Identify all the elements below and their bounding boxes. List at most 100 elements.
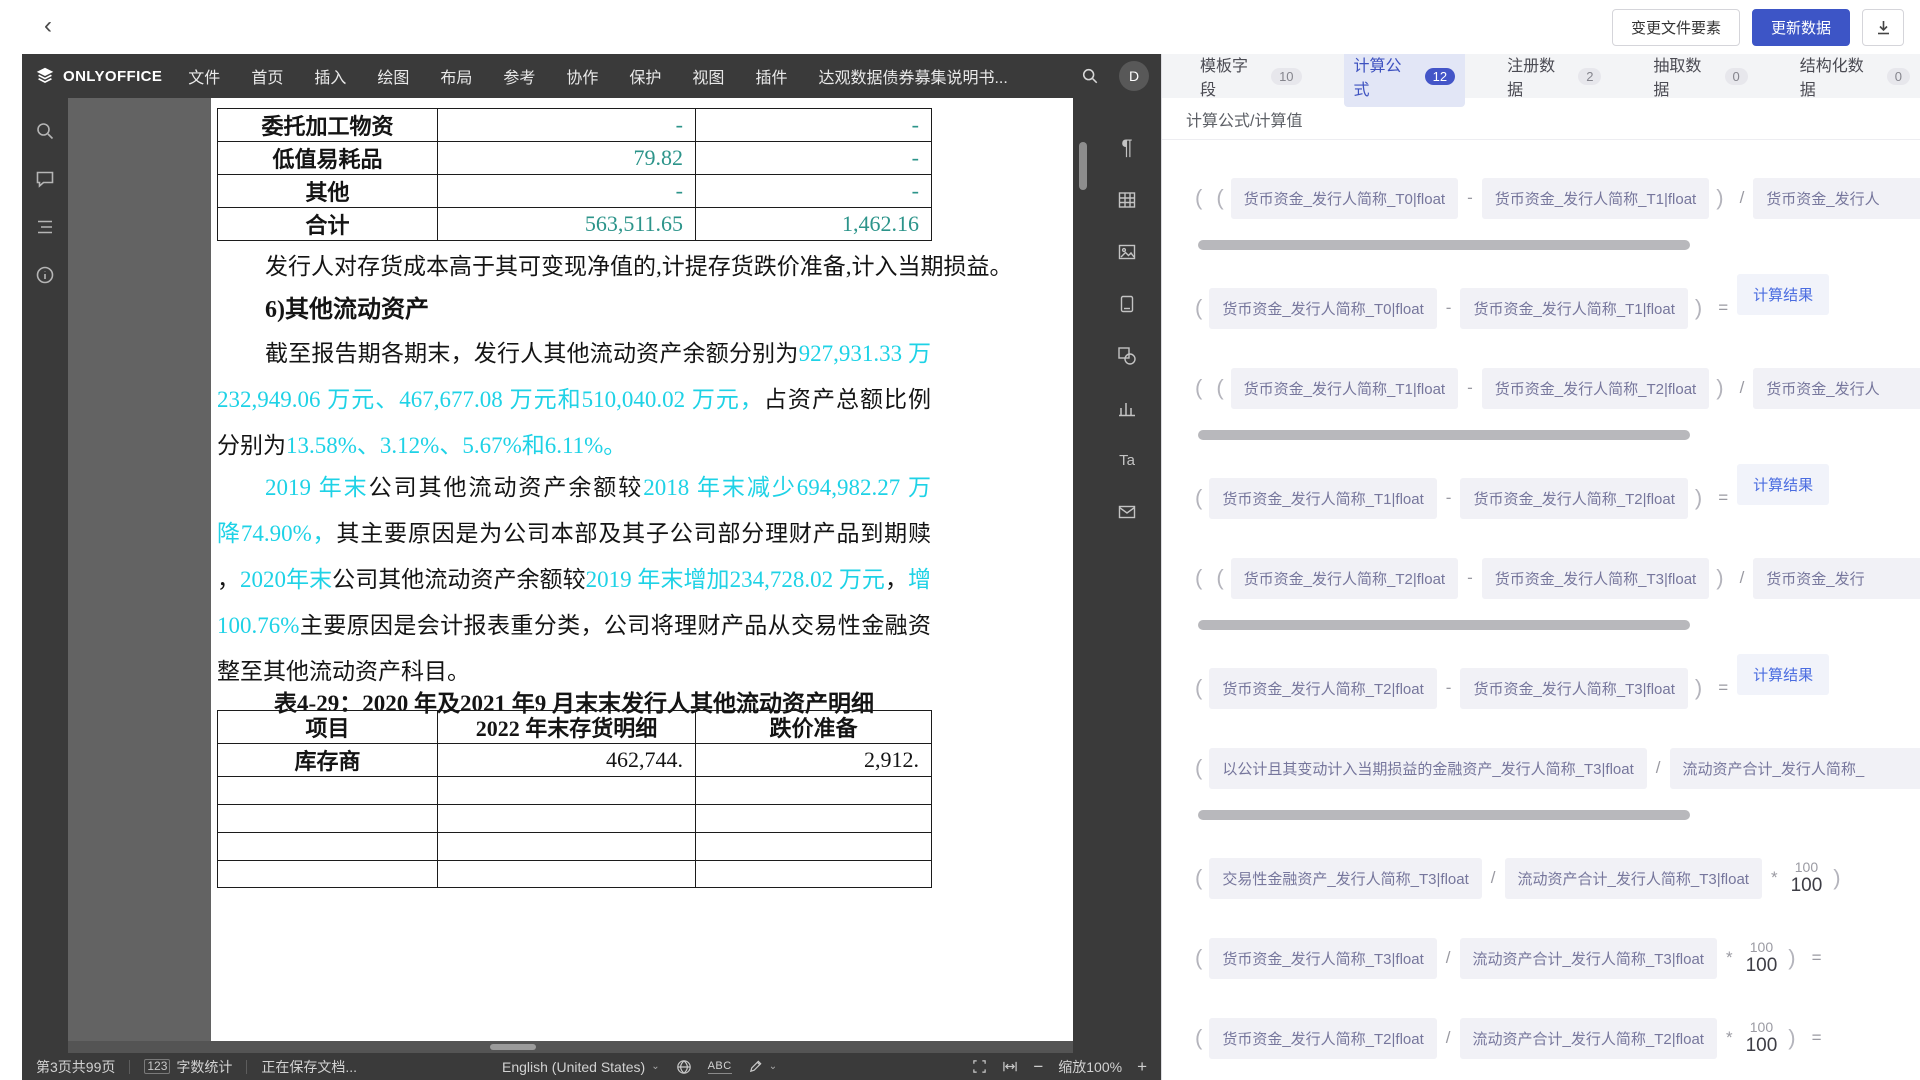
vertical-scrollbar[interactable] [1075,98,1091,1053]
cell-value[interactable]: 79.82 [438,142,696,175]
field-pill[interactable]: 货币资金_发行人简称_T2|float [1231,558,1458,599]
field-pill[interactable]: 货币资金_发行人简称_T1|float [1460,288,1687,329]
empty-cell[interactable] [438,833,696,861]
document-canvas[interactable]: 委托加工物资--低值易耗品79.82-其他--合计563,511.651,462… [68,98,1073,1053]
cell-value[interactable]: 563,511.65 [438,208,696,241]
header-cell[interactable]: 跌价准备 [696,711,932,744]
image-settings-icon[interactable] [1115,240,1139,264]
empty-cell[interactable] [696,777,932,805]
result-pill[interactable]: 计算结果 [1737,464,1829,505]
table-settings-icon[interactable] [1115,188,1139,212]
textart-settings-icon[interactable]: Ta [1115,448,1139,472]
field-pill[interactable]: 货币资金_发行人简称_T2|float [1482,368,1709,409]
change-file-elements-button[interactable]: 变更文件要素 [1612,9,1740,46]
field-pill[interactable]: 货币资金_发行人简称_T1|float [1231,368,1458,409]
cell-value[interactable]: - [438,109,696,142]
field-pill[interactable]: 流动资产合计_发行人简称_ [1670,748,1920,789]
menu-item-达观数据债券募集说明书...[interactable]: 达观数据债券募集说明书... [818,64,1007,88]
empty-cell[interactable] [696,861,932,888]
result-pill[interactable]: 计算结果 [1737,274,1829,315]
horizontal-scrollbar-thumb[interactable] [490,1044,536,1050]
field-pill[interactable]: 货币资金_发行人简称_T0|float [1209,288,1436,329]
menu-item-协作[interactable]: 协作 [566,64,598,88]
menu-item-视图[interactable]: 视图 [692,64,724,88]
cell-value[interactable]: 462,744. [438,744,696,777]
cell-label[interactable]: 库存商 [218,744,438,777]
field-pill[interactable]: 货币资金_发行人简称_T3|float [1460,668,1687,709]
track-changes-icon[interactable]: ⌄ [748,1059,777,1074]
document-language-icon[interactable] [676,1059,692,1075]
field-pill[interactable]: 货币资金_发行人简称_T0|float [1231,178,1458,219]
comments-icon[interactable] [34,168,56,190]
cell-value[interactable]: - [438,175,696,208]
fit-width-icon[interactable] [1002,1059,1018,1074]
vertical-scrollbar-thumb[interactable] [1079,142,1087,190]
cell-value[interactable]: 2,912. [696,744,932,777]
empty-cell[interactable] [696,805,932,833]
menu-item-插件[interactable]: 插件 [755,64,787,88]
field-pill[interactable]: 货币资金_发行人简称_T2|float [1209,1018,1436,1059]
back-icon[interactable]: ‹ [34,13,62,41]
empty-cell[interactable] [218,805,438,833]
navigation-icon[interactable] [34,216,56,238]
download-button[interactable] [1862,9,1904,46]
field-pill[interactable]: 货币资金_发行人简称_T1|float [1209,478,1436,519]
header-cell[interactable]: 2022 年末存货明细 [438,711,696,744]
chart-settings-icon[interactable] [1115,396,1139,420]
shape-settings-icon[interactable] [1115,344,1139,368]
zoom-in-button[interactable]: + [1137,1059,1147,1075]
field-pill[interactable]: 以公计且其变动计入当期损益的金融资产_发行人简称_T3|float [1209,748,1646,789]
empty-cell[interactable] [696,833,932,861]
zoom-out-button[interactable]: − [1033,1059,1043,1075]
menu-item-绘图[interactable]: 绘图 [377,64,409,88]
field-pill[interactable]: 货币资金_发行人简称_T2|float [1209,668,1436,709]
cell-label[interactable]: 低值易耗品 [218,142,438,175]
cell-label[interactable]: 委托加工物资 [218,109,438,142]
field-pill[interactable]: 货币资金_发行人简称_T3|float [1209,938,1436,979]
menu-item-布局[interactable]: 布局 [440,64,472,88]
empty-cell[interactable] [218,777,438,805]
field-pill[interactable]: 货币资金_发行人简称_T3|float [1482,558,1709,599]
header-cell[interactable]: 项目 [218,711,438,744]
field-pill[interactable]: 货币资金_发行人 [1753,368,1920,409]
field-pill[interactable]: 货币资金_发行人 [1753,178,1920,219]
cell-value[interactable]: 1,462.16 [696,208,932,241]
empty-cell[interactable] [218,861,438,888]
zoom-level[interactable]: 缩放100% [1058,1057,1122,1077]
menu-item-插入[interactable]: 插入 [314,64,346,88]
cell-label[interactable]: 合计 [218,208,438,241]
cell-value[interactable]: - [696,109,932,142]
empty-cell[interactable] [438,805,696,833]
word-count-button[interactable]: 123 字数统计 [144,1057,232,1077]
mailmerge-icon[interactable] [1115,500,1139,524]
cell-value[interactable]: - [696,142,932,175]
field-pill[interactable]: 货币资金_发行人简称_T2|float [1460,478,1687,519]
menu-item-保护[interactable]: 保护 [629,64,661,88]
search-icon[interactable] [1079,65,1101,87]
result-pill[interactable]: 计算结果 [1737,654,1829,695]
language-selector[interactable]: English (United States) ⌄ [502,1059,660,1075]
avatar[interactable]: D [1119,61,1149,91]
fit-page-icon[interactable] [972,1059,987,1074]
field-pill[interactable]: 货币资金_发行人简称_T1|float [1482,178,1709,219]
field-pill[interactable]: 货币资金_发行 [1753,558,1920,599]
menu-item-参考[interactable]: 参考 [503,64,535,88]
document-page[interactable]: 委托加工物资--低值易耗品79.82-其他--合计563,511.651,462… [211,98,1073,1053]
cell-label[interactable]: 其他 [218,175,438,208]
about-icon[interactable] [34,264,56,286]
menu-item-首页[interactable]: 首页 [251,64,283,88]
field-pill[interactable]: 交易性金融资产_发行人简称_T3|float [1209,858,1481,899]
paragraph-settings-icon[interactable]: ¶ [1115,136,1139,160]
page-indicator[interactable]: 第3页共99页 [36,1057,115,1077]
field-pill[interactable]: 流动资产合计_发行人简称_T3|float [1460,938,1717,979]
search-icon[interactable] [34,120,56,142]
spellcheck-icon[interactable]: ABC [708,1060,732,1074]
field-pill[interactable]: 流动资产合计_发行人简称_T2|float [1460,1018,1717,1059]
horizontal-scrollbar[interactable] [68,1041,1073,1053]
empty-cell[interactable] [218,833,438,861]
field-pill[interactable]: 流动资产合计_发行人简称_T3|float [1505,858,1762,899]
cell-value[interactable]: - [696,175,932,208]
menu-item-文件[interactable]: 文件 [188,64,220,88]
update-data-button[interactable]: 更新数据 [1752,9,1850,46]
empty-cell[interactable] [438,777,696,805]
